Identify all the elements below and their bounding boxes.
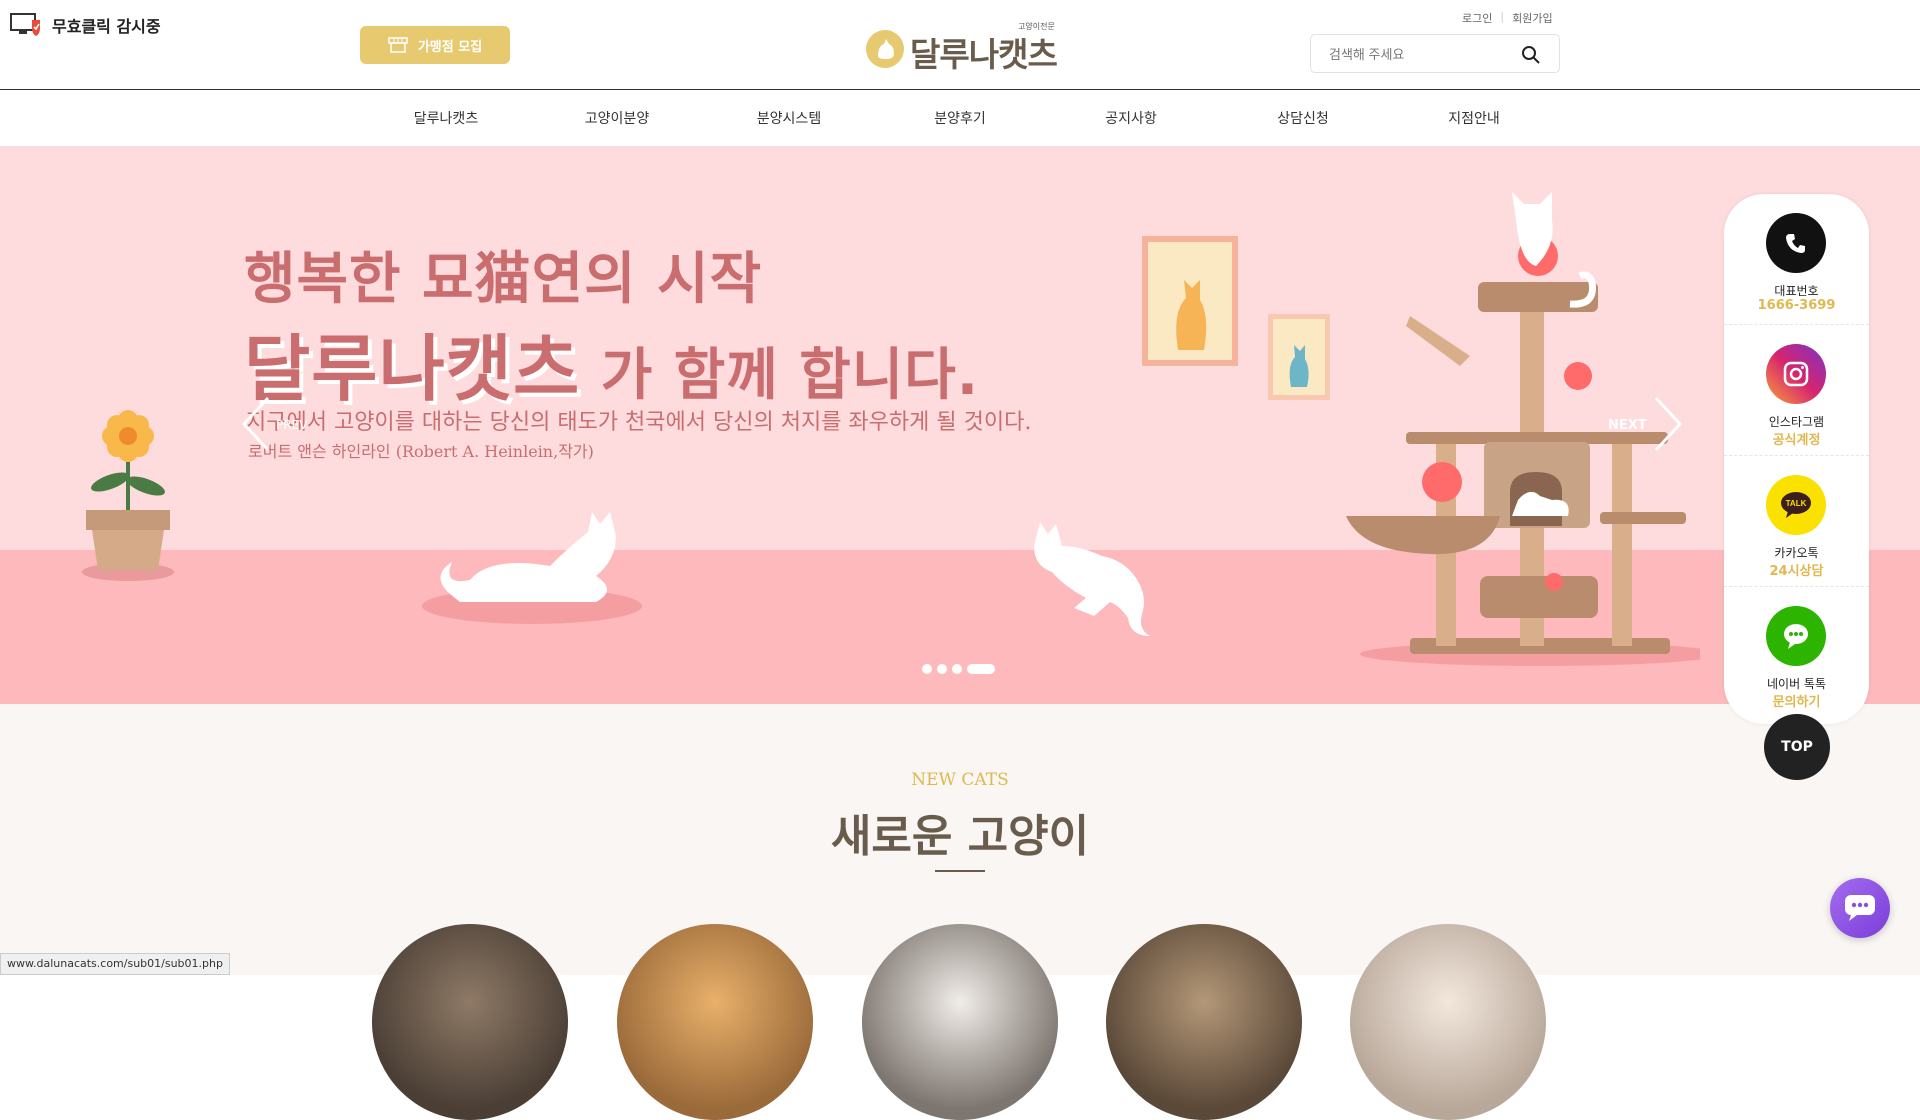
- login-link[interactable]: 로그인: [1462, 10, 1492, 26]
- wall-frame-large: [1142, 236, 1238, 366]
- store-icon: [388, 37, 408, 53]
- instagram-icon: [1766, 344, 1826, 404]
- quick-contact-panel: 대표번호 1666-3699 인스타그램 공식계정 TALK 카카오톡 24시상…: [1724, 194, 1869, 724]
- cat-thumbnail-5[interactable]: [1350, 924, 1546, 1120]
- slider-dot-2[interactable]: [937, 664, 947, 674]
- site-header: 무효클릭 감시중 가맹점 모집 고양이전문 달루나캣츠 로그인 | 회원가입: [0, 0, 1920, 90]
- quick-instagram-label: 인스타그램: [1768, 415, 1825, 429]
- main-nav: 달루나캣츠 고양이분양 분양시스템 분양후기 공지사항 상담신청 지점안내: [0, 91, 1920, 146]
- slider-next-arrow-icon[interactable]: [1648, 394, 1688, 454]
- quick-naver-talk-label: 네이버 톡톡: [1766, 677, 1826, 691]
- new-cats-section: NEW CATS 새로운 고양이: [0, 704, 1920, 1120]
- click-monitor-badge: 무효클릭 감시중: [10, 12, 161, 38]
- slider-prev-arrow-icon[interactable]: [236, 394, 276, 454]
- nav-item-adoption[interactable]: 고양이분양: [531, 108, 703, 128]
- hero-headline: 행복한 묘猫연의 시작: [244, 247, 763, 312]
- quick-kakaotalk-sub: 24시상담: [1769, 564, 1824, 579]
- svg-text:TALK: TALK: [1786, 499, 1807, 508]
- slider-next-label[interactable]: NEXT: [1608, 418, 1647, 433]
- hero-brand-text: 달루나캣츠: [244, 327, 581, 411]
- nav-item-reviews[interactable]: 분양후기: [874, 108, 1046, 128]
- search-icon[interactable]: [1521, 45, 1541, 65]
- wall-frame-small: [1268, 314, 1330, 400]
- nav-item-dalunacats[interactable]: 달루나캣츠: [360, 108, 532, 128]
- quick-phone-label: 대표번호: [1774, 284, 1819, 298]
- nav-item-consultation[interactable]: 상담신청: [1217, 108, 1389, 128]
- quick-naver-talk[interactable]: 네이버 톡톡 문의하기: [1724, 587, 1869, 718]
- auth-divider: |: [1500, 10, 1505, 23]
- blue-cat-picture-icon: [1289, 345, 1309, 387]
- hero-brand-line: 달루나캣츠 가 함께 합니다.: [244, 310, 979, 415]
- cat-thumbnail-1[interactable]: [372, 924, 568, 1120]
- orange-cat-picture-icon: [1176, 280, 1207, 350]
- browser-status-bar: www.dalunacats.com/sub01/sub01.php: [0, 953, 230, 975]
- quick-phone-number: 1666-3699: [1757, 298, 1836, 313]
- cat-thumbnail-4[interactable]: [1106, 924, 1302, 1120]
- section-divider: [935, 870, 985, 872]
- franchise-recruit-label: 가맹점 모집: [417, 39, 483, 55]
- nav-item-notices[interactable]: 공지사항: [1045, 108, 1217, 128]
- chat-widget-button[interactable]: [1830, 878, 1890, 938]
- search-input[interactable]: [1329, 44, 1519, 64]
- phone-icon: [1766, 213, 1826, 273]
- signup-link[interactable]: 회원가입: [1512, 10, 1552, 26]
- stretching-cat-illustration: [1034, 522, 1150, 636]
- cat-thumbnail-2[interactable]: [617, 924, 813, 1120]
- auth-links: 로그인 | 회원가입: [1462, 10, 1553, 26]
- scroll-top-button[interactable]: TOP: [1764, 714, 1830, 780]
- quick-instagram-sub: 공식계정: [1772, 433, 1821, 448]
- site-logo[interactable]: 고양이전문 달루나캣츠: [864, 20, 1059, 74]
- kakaotalk-icon: TALK: [1766, 475, 1826, 535]
- nav-item-branches[interactable]: 지점안내: [1388, 108, 1560, 128]
- search-box: [1310, 34, 1560, 73]
- slider-pagination: [922, 664, 995, 674]
- hero-brand-suffix: 가 함께 합니다.: [580, 343, 980, 408]
- cat-thumbnail-3[interactable]: [862, 924, 1058, 1120]
- quick-naver-talk-sub: 문의하기: [1772, 695, 1821, 710]
- slider-prev-label[interactable]: PREV: [276, 418, 307, 432]
- hero-quote-author: 로버트 앤슨 하인라인 (Robert A. Heinlein,작가): [248, 442, 594, 461]
- slider-dot-3[interactable]: [952, 664, 962, 674]
- logo-text: 달루나캣츠: [910, 35, 1058, 74]
- naver-talk-icon: [1766, 606, 1826, 666]
- section-title: 새로운 고양이: [830, 811, 1090, 862]
- cat-tower-illustration: [1346, 192, 1700, 666]
- quick-phone[interactable]: 대표번호 1666-3699: [1724, 194, 1869, 325]
- hero-quote: 지구에서 고양이를 대하는 당신의 태도가 천국에서 당신의 처지를 좌우하게 …: [246, 410, 1032, 435]
- slider-dot-4-active[interactable]: [967, 664, 995, 674]
- slider-dot-1[interactable]: [922, 664, 932, 674]
- monitor-badge-text: 무효클릭 감시중: [52, 17, 161, 36]
- hero-slider: 행복한 묘猫연의 시작 달루나캣츠 가 함께 합니다. 지구에서 고양이를 대하…: [0, 146, 1920, 704]
- chat-bubble-icon: [1845, 895, 1875, 921]
- franchise-recruit-button[interactable]: 가맹점 모집: [360, 26, 510, 64]
- quick-kakaotalk-label: 카카오톡: [1774, 546, 1819, 560]
- lying-cat-illustration: [422, 512, 642, 624]
- flower-pot-illustration: [82, 410, 174, 581]
- cat-logo-icon: [866, 30, 904, 68]
- section-subtitle: NEW CATS: [911, 770, 1009, 790]
- nav-item-adoption-system[interactable]: 분양시스템: [703, 108, 875, 128]
- quick-kakaotalk[interactable]: TALK 카카오톡 24시상담: [1724, 456, 1869, 587]
- monitor-shield-icon: [10, 13, 40, 36]
- quick-instagram[interactable]: 인스타그램 공식계정: [1724, 325, 1869, 456]
